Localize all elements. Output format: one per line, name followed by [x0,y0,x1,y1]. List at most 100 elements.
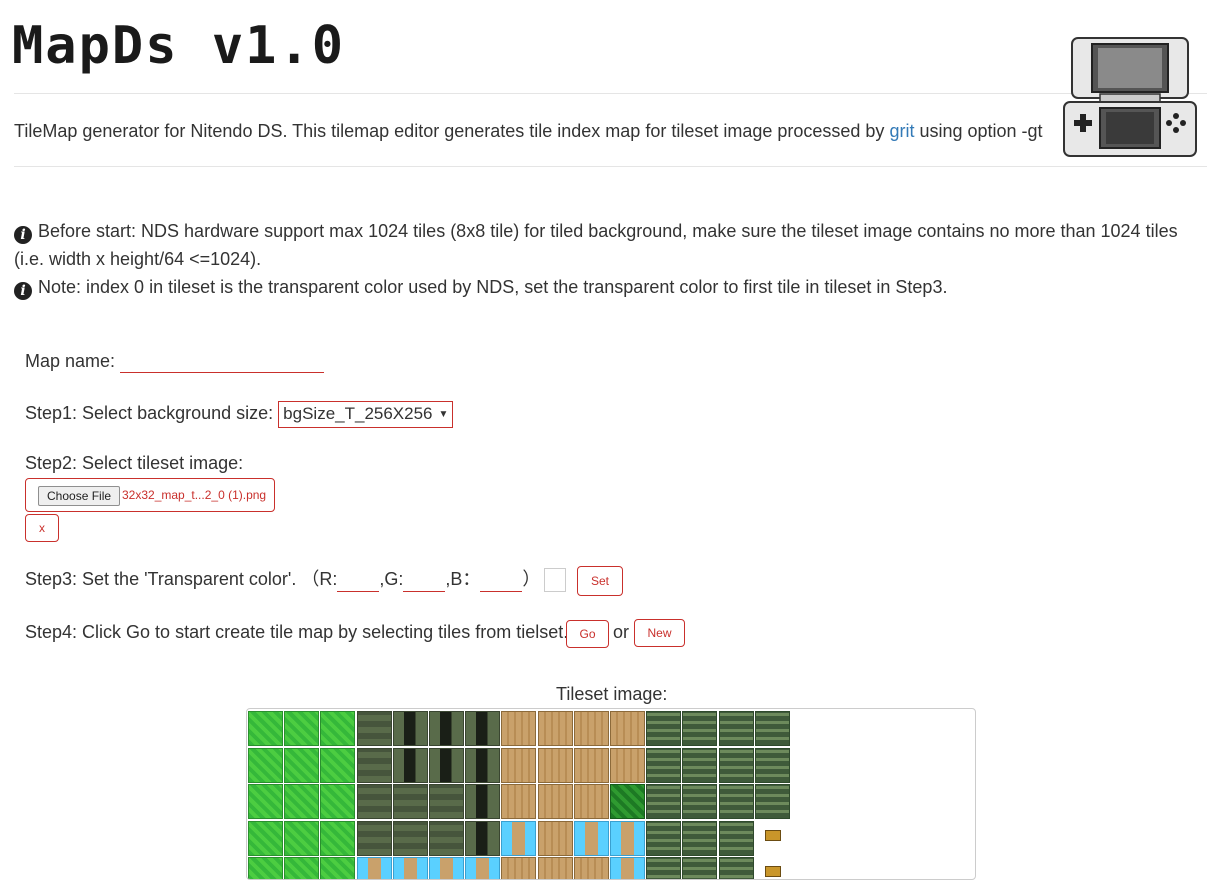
tile-wood[interactable] [610,711,645,746]
tile-stone[interactable] [356,747,392,783]
tile-stone[interactable] [429,784,464,819]
step3-row: Step3: Set the 'Transparent color'. （R:,… [25,567,567,593]
tile-fence[interactable] [754,784,790,819]
tile-fence[interactable] [682,747,718,783]
map-name-input[interactable] [120,348,325,373]
tile-stonedoor[interactable] [429,711,464,746]
dropdown-caret-icon: ▼ [438,409,449,420]
info-icon: i [14,282,32,300]
tile-wood[interactable] [537,747,573,783]
tile-stonedoor[interactable] [465,784,501,819]
tile-grass[interactable] [320,857,356,879]
tile-water[interactable] [573,820,609,856]
tile-water[interactable] [610,857,645,879]
bg-size-select[interactable]: bgSize_T_256X256 ▼ [278,401,454,428]
tile-stone[interactable] [392,820,428,856]
tile-water[interactable] [429,857,464,879]
tile-stone[interactable] [356,820,392,856]
tile-water[interactable] [356,857,392,879]
map-name-row: Map name: [25,348,325,373]
tile-chest[interactable] [754,820,790,856]
tile-fence[interactable] [646,747,682,783]
tile-wood[interactable] [573,711,609,746]
clear-file-button[interactable]: x [25,514,59,542]
tile-grass[interactable] [320,747,356,783]
tile-fence[interactable] [718,820,754,856]
new-button[interactable]: New [634,619,685,647]
tile-stonedoor[interactable] [465,711,501,746]
tile-wood[interactable] [610,747,645,783]
tile-fence[interactable] [718,747,754,783]
tile-wood[interactable] [537,784,573,819]
tile-grass[interactable] [284,784,320,819]
tile-stonedoor[interactable] [392,711,428,746]
tile-grass[interactable] [284,820,320,856]
tile-grass[interactable] [320,711,356,746]
tile-wood[interactable] [501,711,537,746]
g-label: ,G: [379,569,404,589]
tile-fence[interactable] [682,711,718,746]
tile-fence[interactable] [682,784,718,819]
tile-fence[interactable] [718,857,754,879]
tile-grass[interactable] [284,857,320,879]
b-input[interactable] [480,567,523,593]
tile-stonedoor[interactable] [429,747,464,783]
tile-water[interactable] [392,857,428,879]
tile-stonedoor[interactable] [465,747,501,783]
tile-grass[interactable] [320,820,356,856]
tile-wood[interactable] [537,820,573,856]
tile-fence[interactable] [682,820,718,856]
tile-dkgrass[interactable] [610,784,645,819]
tile-fence[interactable] [646,784,682,819]
tile-stone[interactable] [392,784,428,819]
tile-grass[interactable] [248,857,283,879]
g-input[interactable] [403,567,446,593]
tile-fence[interactable] [646,857,682,879]
choose-file-button[interactable]: Choose File [38,486,121,506]
tile-wood[interactable] [573,857,609,879]
tile-stone[interactable] [356,711,392,746]
tile-water[interactable] [610,820,645,856]
tile-wood[interactable] [573,747,609,783]
set-button[interactable]: Set [577,566,623,596]
tile-stonedoor[interactable] [465,820,501,856]
tile-fence[interactable] [754,711,790,746]
tile-wood[interactable] [501,857,537,879]
tile-grass[interactable] [248,820,283,856]
or-text: or [613,622,630,642]
tileset-panel [246,708,976,880]
transparent-note-text: Note: index 0 in tileset is the transpar… [38,277,948,297]
tile-grass[interactable] [284,747,320,783]
tile-fence[interactable] [646,711,682,746]
tile-wood[interactable] [501,747,537,783]
tile-wood[interactable] [537,711,573,746]
tile-wood[interactable] [537,857,573,879]
tile-wood[interactable] [573,784,609,819]
tile-water[interactable] [501,820,537,856]
tile-grass[interactable] [248,711,283,746]
divider [14,93,1207,94]
tile-grass[interactable] [320,784,356,819]
go-button[interactable]: Go [566,620,609,648]
grit-link[interactable]: grit [889,121,914,141]
tile-fence[interactable] [718,784,754,819]
tile-stone[interactable] [429,820,464,856]
tile-grass[interactable] [248,784,283,819]
tile-wood[interactable] [501,784,537,819]
r-input[interactable] [337,567,380,593]
tile-stone[interactable] [356,784,392,819]
tile-water[interactable] [465,857,501,879]
transparent-note: i Note: index 0 in tileset is the transpa… [14,273,1199,301]
step1-row: Step1: Select background size: bgSize_T_… [25,401,454,428]
tile-stonedoor[interactable] [392,747,428,783]
tile-grass[interactable] [284,711,320,746]
divider [14,166,1207,167]
tile-fence[interactable] [646,820,682,856]
file-name: 32x32_map_t...2_0 (1).png [122,488,267,502]
tile-fence[interactable] [718,711,754,746]
description: TileMap generator for Nitendo DS. This t… [14,120,1043,142]
tile-chest[interactable] [754,857,790,879]
tile-fence[interactable] [682,857,718,879]
tile-grass[interactable] [248,747,283,783]
tile-fence[interactable] [754,747,790,783]
